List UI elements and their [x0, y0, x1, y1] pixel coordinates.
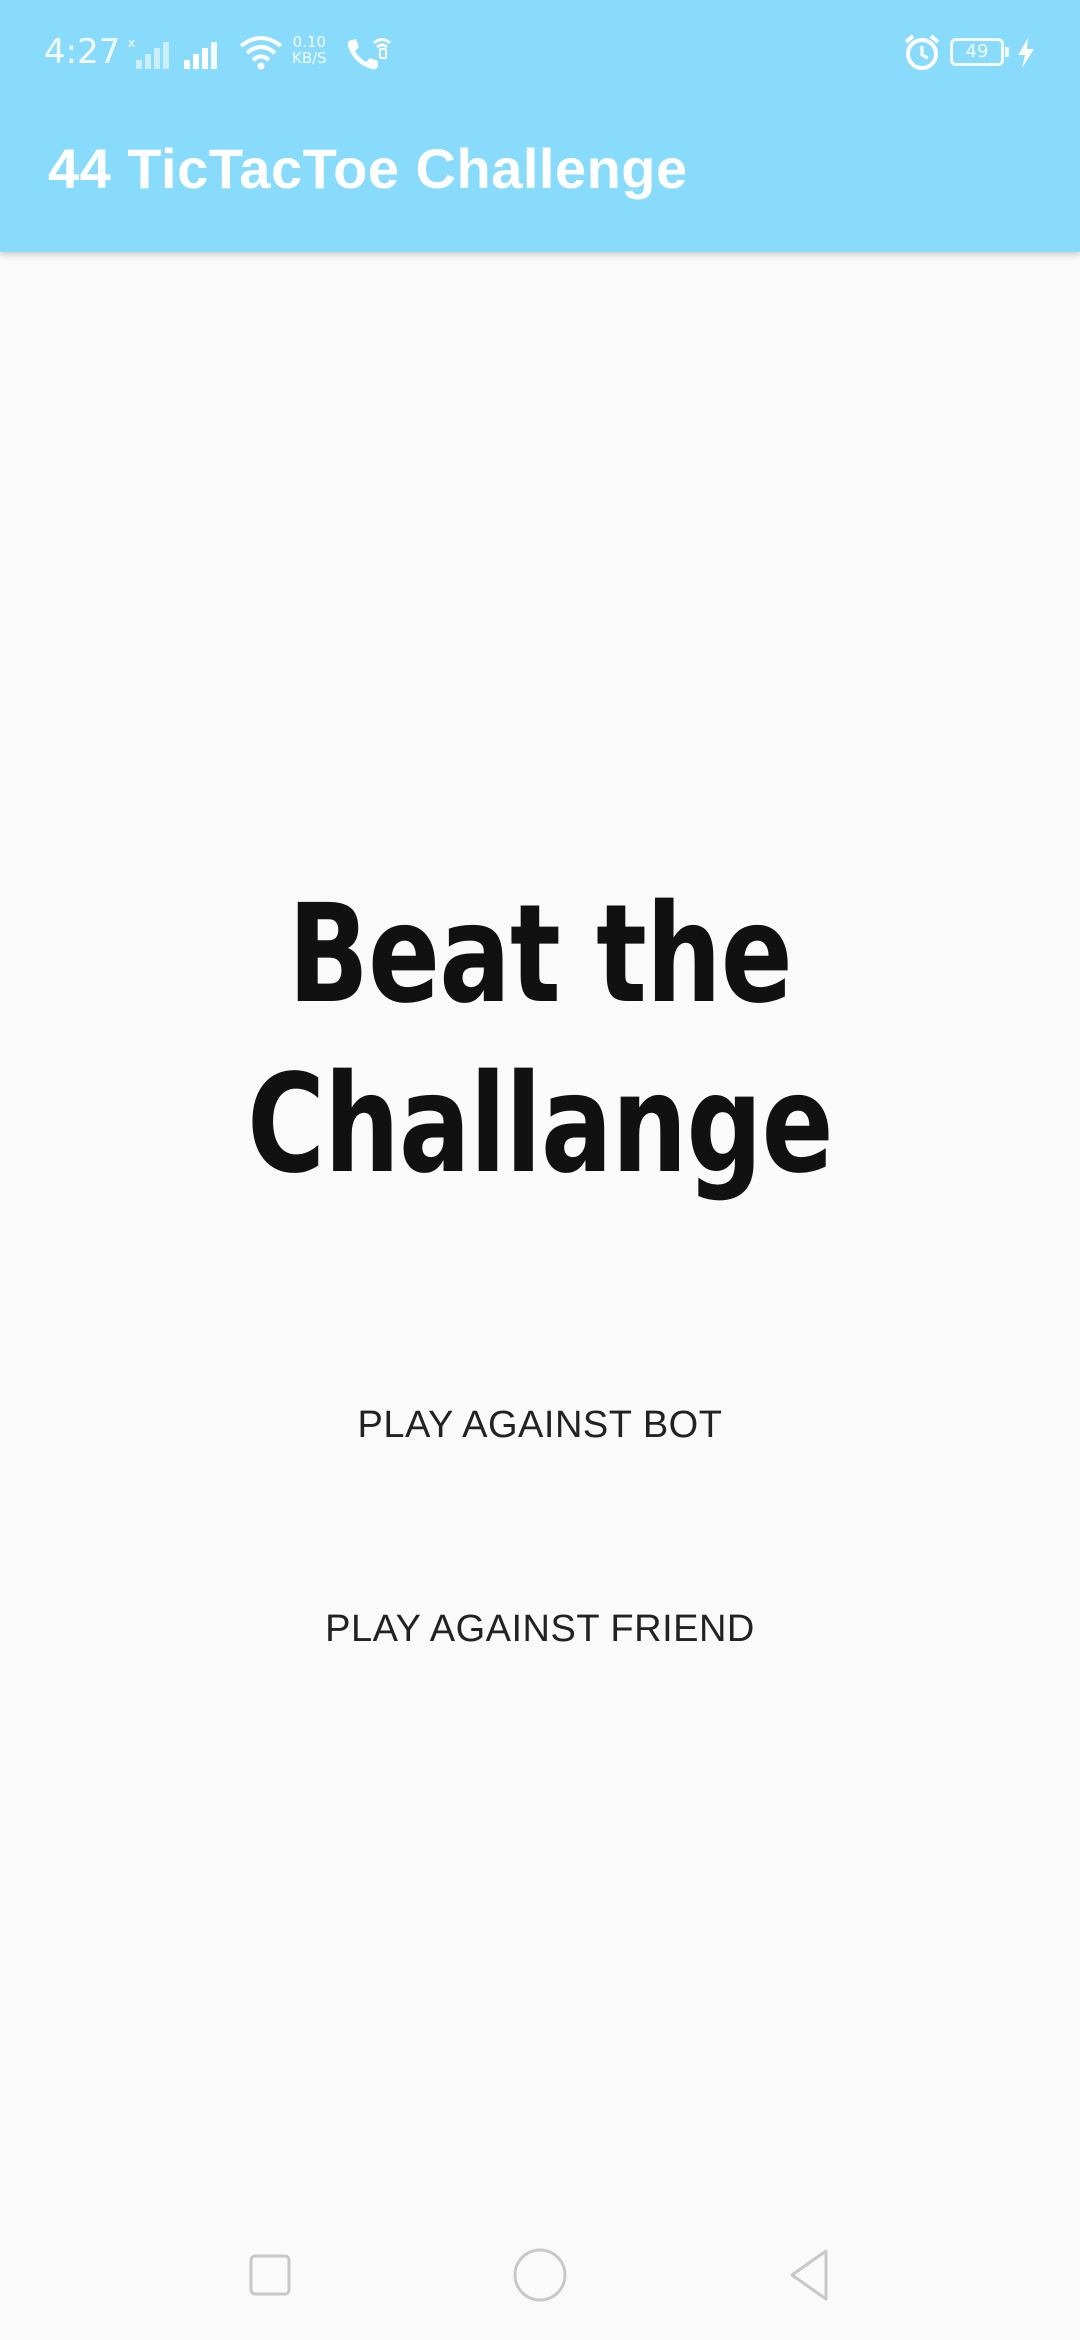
- app-screen: 4:27 x 0.10 KB/S 49 44 TicTacToe Challen…: [0, 0, 1080, 2340]
- play-against-bot-button[interactable]: PLAY AGAINST BOT: [240, 1374, 840, 1474]
- charging-icon: [1016, 38, 1036, 68]
- back-triangle-icon: [790, 2249, 828, 2301]
- no-sim-signal-icon: x: [128, 36, 174, 70]
- battery-icon: 49: [950, 38, 1009, 66]
- status-bar: 4:27 x 0.10 KB/S 49: [0, 0, 1080, 108]
- recents-square-icon: [249, 2254, 291, 2296]
- wifi-icon: [238, 34, 284, 70]
- back-button[interactable]: [770, 2240, 850, 2310]
- net-speed-value: 0.10: [292, 33, 327, 51]
- play-against-friend-button[interactable]: PLAY AGAINST FRIEND: [240, 1578, 840, 1678]
- home-circle-icon: [513, 2248, 567, 2302]
- net-speed-unit: KB/S: [292, 49, 327, 67]
- home-button[interactable]: [500, 2240, 580, 2310]
- headline-line-1: Beat the: [288, 876, 793, 1034]
- signal-icon: [182, 36, 228, 70]
- net-speed: 0.10 KB/S: [292, 34, 327, 66]
- status-time: 4:27: [44, 32, 121, 72]
- recents-button[interactable]: [230, 2240, 310, 2310]
- svg-text:x: x: [128, 36, 135, 50]
- alarm-icon: [902, 32, 942, 72]
- header: 4:27 x 0.10 KB/S 49 44 TicTacToe Challen…: [0, 0, 1080, 252]
- app-title: 44 TicTacToe Challenge: [48, 137, 688, 200]
- volte-call-icon: [344, 34, 396, 72]
- headline: Beat the Challange: [119, 870, 961, 1210]
- headline-line-2: Challange: [247, 1046, 833, 1204]
- navigation-bar: [0, 2210, 1080, 2340]
